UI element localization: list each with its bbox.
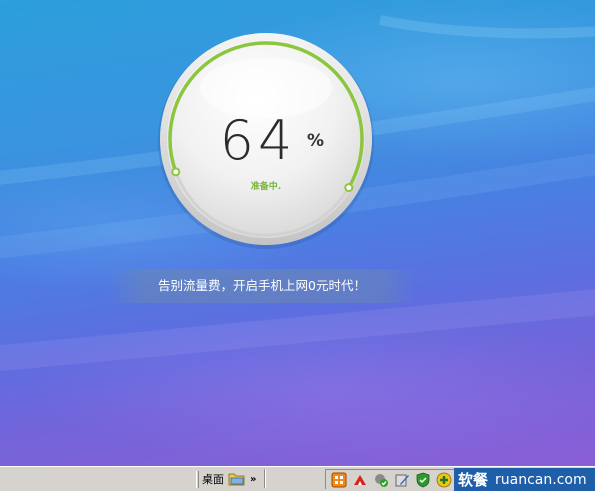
slogan-banner: 告别流量费，开启手机上网0元时代！ (108, 269, 416, 303)
progress-percent: 64 (219, 109, 297, 172)
desktop-toolbar-label[interactable]: 桌面 (202, 471, 224, 487)
progress-status: 准备中. (250, 182, 282, 192)
slogan-text: 告别流量费，开启手机上网0元时代！ (158, 278, 366, 293)
tray-shield-check-icon[interactable] (373, 472, 389, 488)
folder-icon[interactable] (228, 471, 246, 487)
toolbar-grip[interactable] (196, 470, 199, 488)
desktop-toolbar[interactable]: 桌面 » (196, 469, 256, 489)
watermark-brand-en: ruancan.com (495, 471, 587, 488)
percent-sign: % (307, 131, 325, 151)
tray-red-icon[interactable] (352, 472, 368, 488)
tray-plus-icon[interactable] (436, 472, 452, 488)
desktop-wallpaper: 64 % 准备中. 告别流量费，开启手机上网0元时代！ (0, 0, 595, 466)
tray-app-icon[interactable] (331, 472, 347, 488)
watermark-brand-cn: 软餐 (458, 471, 489, 489)
progress-dial: 64 % 准备中. (155, 30, 377, 252)
tray-pen-icon[interactable] (394, 472, 410, 488)
chevron-icon[interactable]: » (250, 474, 256, 485)
tray-shield-icon[interactable] (415, 472, 431, 488)
site-watermark: 软餐 ruancan.com (454, 468, 595, 491)
taskbar-separator (264, 469, 266, 488)
